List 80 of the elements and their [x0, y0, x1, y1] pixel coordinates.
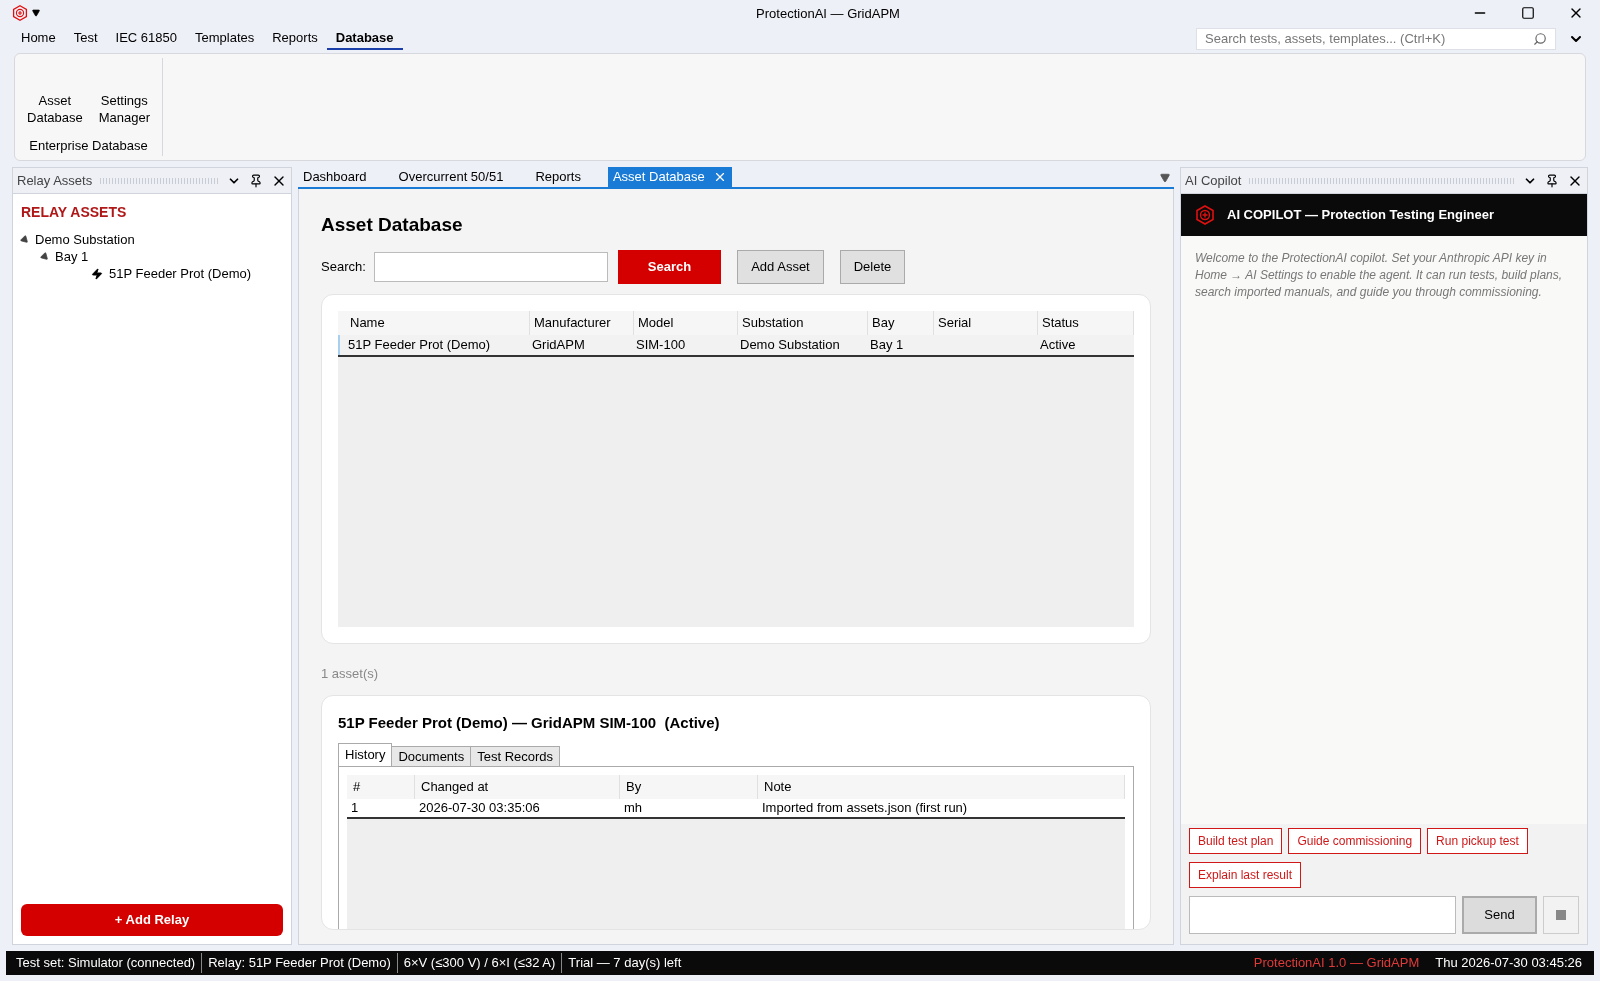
expander-icon[interactable] [19, 233, 31, 246]
suggestion-button[interactable]: Build test plan [1189, 828, 1283, 854]
table-cell: GridAPM [532, 336, 585, 352]
menu-tab[interactable]: IEC 61850 [106, 28, 186, 50]
status-item: Trial — 7 day(s) left [561, 953, 688, 973]
table-cell: 2026-07-30 03:35:06 [419, 799, 540, 815]
menu-tab[interactable]: Templates [185, 28, 264, 50]
suggestion-button[interactable]: Run pickup test [1427, 828, 1528, 854]
asset-count: 1 asset(s) [321, 664, 380, 683]
menu-tab[interactable]: Home [12, 28, 65, 50]
ribbon-button[interactable]: Asset Database [23, 92, 87, 126]
quick-access-icon[interactable] [32, 9, 40, 17]
column-header[interactable]: Changed at [415, 774, 620, 799]
search-field[interactable]: Search tests, assets, templates... (Ctrl+K) [1196, 28, 1556, 50]
welcome-message: Welcome to the ProtectionAI copilot. Set your Anthropic API key in Home → AI Settings to enable the agent. It can run tests, build plans, search imported manuals, and guide you through commissioning. [1194, 250, 1564, 301]
menu-tab[interactable]: Reports [263, 28, 327, 50]
column-header[interactable]: # [347, 774, 415, 799]
toolbar-button[interactable]: Add Asset [737, 249, 824, 284]
panel-title: AI Copilot [1185, 171, 1242, 190]
document-tab[interactable]: Overcurrent 50/51 [393, 167, 509, 187]
copilot-title: AI COPILOT — Protection Testing Engineer [1227, 206, 1494, 225]
page-title: Asset Database [321, 213, 464, 237]
pin-icon[interactable] [1545, 173, 1559, 188]
suggestion-button[interactable]: Explain last result [1189, 862, 1302, 888]
column-header[interactable]: Status [1038, 310, 1134, 335]
product-version: ProtectionAI 1.0 — GridAPM [1253, 954, 1420, 973]
toolbar-button[interactable]: Delete [839, 249, 906, 284]
column-header[interactable]: Note [758, 774, 1125, 799]
ribbon-group-label: Enterprise Database [29, 137, 148, 155]
section-heading: RELAY ASSETS [21, 203, 128, 222]
stop-button[interactable] [1543, 896, 1579, 934]
table-cell: Imported from assets.json (first run) [762, 799, 968, 815]
table-row[interactable]: 51P Feeder Prot (Demo) GridAPM SIM-100 Demo Substation Bay 1 Active [338, 334, 1134, 357]
status-item: 6×V (≤300 V) / 6×I (≤32 A) [396, 953, 562, 973]
table-cell: mh [624, 799, 643, 815]
document-tab[interactable]: Dashboard [298, 167, 372, 187]
detail-title: 51P Feeder Prot (Demo) — GridAPM SIM-100 (Active) [338, 713, 721, 733]
menu-tab[interactable]: Database [326, 28, 403, 50]
column-header[interactable]: Substation [738, 310, 868, 335]
detail-tab[interactable]: Test Records [470, 745, 561, 767]
table-cell: SIM-100 [636, 336, 686, 352]
menu-tab[interactable]: Test [64, 28, 107, 50]
add-relay-button[interactable]: + Add Relay [21, 904, 283, 936]
column-header[interactable]: Manufacturer [530, 310, 634, 335]
table-cell: 1 [351, 799, 359, 815]
table-cell: Active [1040, 336, 1076, 352]
tree-item[interactable]: 51P Feeder Prot (Demo) [109, 263, 252, 284]
detail-tab[interactable]: Documents [391, 745, 472, 767]
column-header[interactable]: Name [346, 310, 530, 335]
app-logo-icon [1195, 205, 1215, 225]
status-clock: Thu 2026-07-30 03:45:26 [1435, 954, 1582, 973]
message-input[interactable] [1189, 896, 1456, 934]
column-header[interactable]: Model [634, 310, 738, 335]
app-logo-icon [12, 5, 28, 21]
document-tab[interactable]: Reports [530, 167, 586, 187]
table-cell: 51P Feeder Prot (Demo) [348, 336, 491, 352]
ribbon-button[interactable]: Settings Manager [94, 92, 154, 126]
status-item: Relay: 51P Feeder Prot (Demo) [201, 953, 397, 973]
table-cell: Bay 1 [870, 336, 904, 352]
status-item: Test set: Simulator (connected) [15, 954, 197, 973]
search-label: Search: [321, 257, 366, 276]
toolbar-button[interactable]: Search [617, 249, 722, 284]
table-cell: Demo Substation [740, 336, 840, 352]
detail-tab[interactable]: History [338, 742, 393, 767]
expander-icon[interactable] [39, 250, 51, 263]
maximize-icon[interactable] [1521, 6, 1535, 20]
pin-icon[interactable] [249, 173, 263, 188]
document-tab[interactable]: Asset Database [607, 167, 732, 187]
panel-title: Relay Assets [17, 171, 93, 190]
stop-icon [1556, 910, 1566, 920]
lightning-icon [91, 267, 103, 280]
window-title: ProtectionAI — GridAPM [756, 6, 900, 21]
tab-list-icon[interactable] [1160, 173, 1170, 183]
suggestion-button[interactable]: Guide commissioning [1288, 828, 1422, 854]
send-button[interactable]: Send [1462, 896, 1537, 934]
column-header[interactable]: By [620, 774, 758, 799]
column-header[interactable]: Serial [934, 310, 1038, 335]
search-icon [1533, 32, 1547, 46]
column-header[interactable]: Bay [868, 310, 934, 335]
asset-search-field[interactable] [373, 251, 608, 282]
